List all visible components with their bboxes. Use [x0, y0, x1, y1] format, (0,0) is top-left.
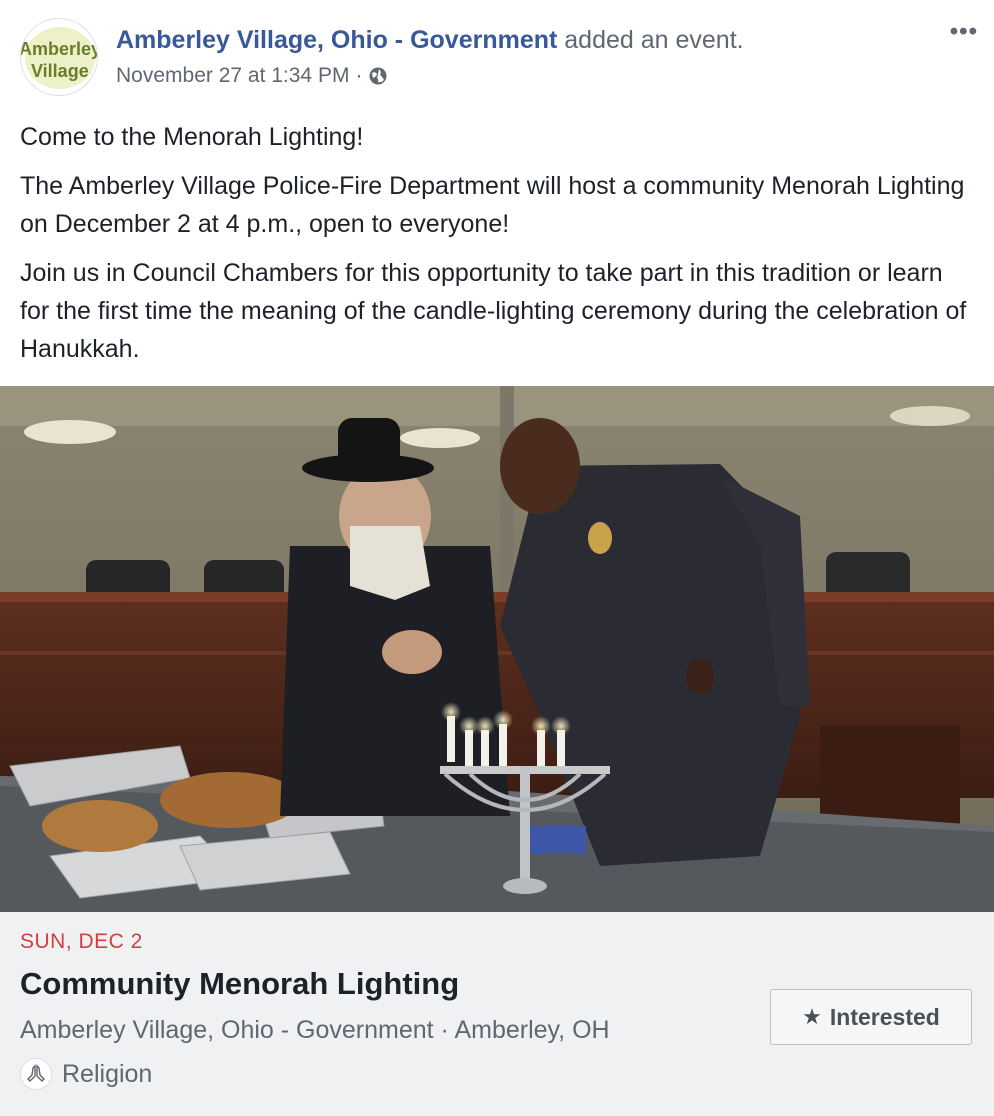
post-paragraph: Come to the Menorah Lighting!	[20, 123, 364, 151]
event-category: Religion	[20, 1058, 152, 1090]
event-title[interactable]: Community Menorah Lighting	[20, 966, 459, 1002]
post-action-text: added an event.	[557, 26, 744, 54]
author-link[interactable]: Amberley Village, Ohio - Government	[116, 26, 557, 54]
event-card[interactable]: SUN, DEC 2 Community Menorah Lighting Am…	[0, 912, 994, 1116]
post-paragraph: Join us in Council Chambers for this opp…	[20, 259, 967, 363]
post-paragraph: The Amberley Village Police-Fire Departm…	[20, 172, 965, 238]
interested-button[interactable]: ★ Interested	[770, 989, 972, 1045]
post-timestamp[interactable]: November 27 at 1:34 PM	[116, 64, 349, 88]
post-header: Amberley Village Amberley Village, Ohio …	[0, 0, 994, 110]
post-meta: November 27 at 1:34 PM ·	[116, 64, 388, 88]
event-host-location: Amberley Village, Ohio - Government · Am…	[20, 1016, 610, 1044]
globe-icon[interactable]	[368, 66, 388, 86]
page-avatar[interactable]: Amberley Village	[20, 18, 98, 96]
post-body: Come to the Menorah Lighting! The Amberl…	[20, 118, 970, 379]
interested-label: Interested	[829, 1003, 940, 1030]
more-options-icon[interactable]: •••	[950, 18, 978, 46]
meta-separator: ·	[355, 64, 363, 87]
author-line: Amberley Village, Ohio - Government adde…	[116, 26, 744, 55]
praying-hands-icon	[20, 1058, 52, 1090]
event-category-label: Religion	[62, 1059, 153, 1088]
avatar-logo-text-2: Village	[31, 61, 89, 81]
photo-scene	[0, 386, 994, 912]
avatar-logo-text-1: Amberley	[20, 39, 98, 59]
star-icon: ★	[802, 1004, 822, 1029]
event-cover-photo[interactable]	[0, 386, 994, 912]
event-date: SUN, DEC 2	[20, 930, 143, 953]
